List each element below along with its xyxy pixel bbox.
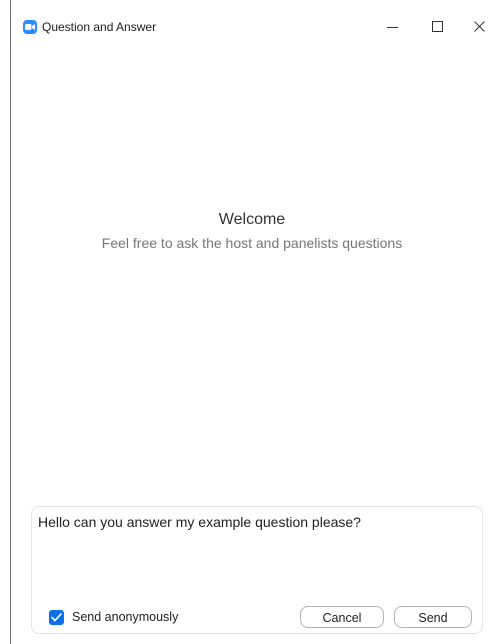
- question-input[interactable]: Hello can you answer my example question…: [38, 513, 474, 593]
- minimize-button[interactable]: [373, 10, 413, 44]
- question-compose-box: Hello can you answer my example question…: [31, 506, 483, 634]
- qa-window: Question and Answer Welcome Feel free to…: [0, 0, 493, 644]
- close-icon: [474, 21, 485, 32]
- send-anonymously-label: Send anonymously: [72, 610, 179, 624]
- checkmark-icon: [51, 612, 62, 621]
- welcome-message: Welcome Feel free to ask the host and pa…: [11, 210, 493, 252]
- maximize-button[interactable]: [418, 10, 458, 44]
- zoom-app-icon: [23, 20, 37, 34]
- send-button[interactable]: Send: [394, 606, 472, 628]
- welcome-subtitle: Feel free to ask the host and panelists …: [101, 235, 403, 251]
- maximize-icon: [432, 21, 443, 32]
- send-anonymously-option[interactable]: Send anonymously: [49, 609, 178, 625]
- close-button[interactable]: [460, 10, 493, 44]
- cancel-button[interactable]: Cancel: [300, 606, 384, 628]
- title-bar[interactable]: Question and Answer: [11, 0, 493, 50]
- window-title: Question and Answer: [42, 20, 157, 34]
- welcome-title: Welcome: [218, 211, 286, 228]
- send-anonymously-checkbox[interactable]: [49, 609, 64, 625]
- window-left-border: [10, 0, 11, 644]
- minimize-icon: [387, 27, 398, 28]
